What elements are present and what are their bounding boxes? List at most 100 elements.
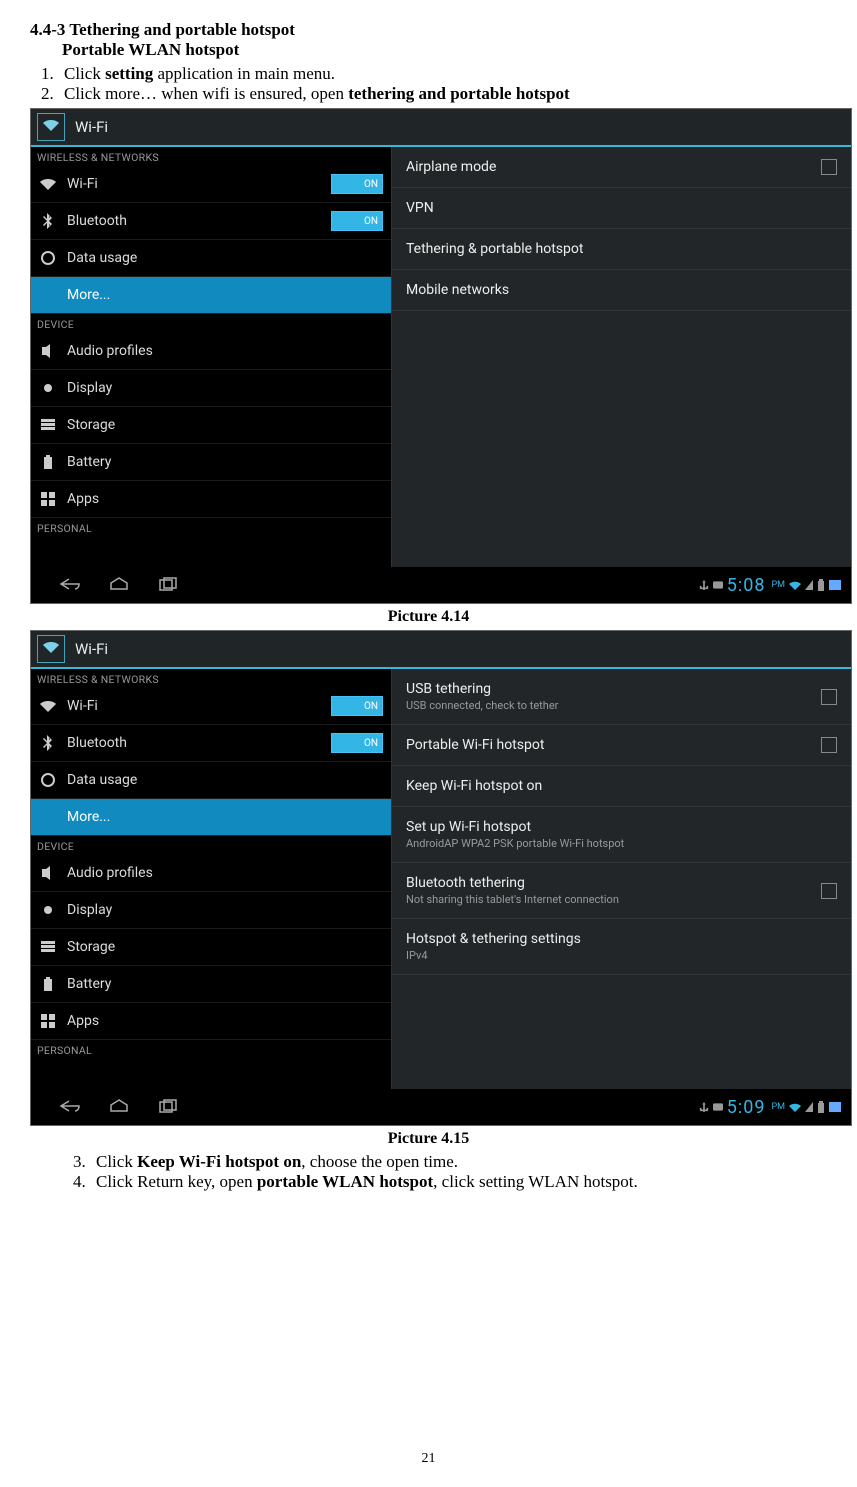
content-item-portable-wifi[interactable]: Portable Wi-Fi hotspot <box>392 725 851 766</box>
sidebar-item-display[interactable]: Display <box>31 370 391 407</box>
sidebar-item-label: Bluetooth <box>67 735 331 751</box>
steps-list-2: Click Keep Wi-Fi hotspot on, choose the … <box>62 1152 827 1192</box>
sidebar-item-bluetooth[interactable]: Bluetooth ON <box>31 725 391 762</box>
content-item-airplane[interactable]: Airplane mode <box>392 147 851 188</box>
back-icon[interactable] <box>59 1099 81 1115</box>
page-number: 21 <box>0 1451 857 1467</box>
apps-icon <box>39 490 57 508</box>
bluetooth-icon <box>39 212 57 230</box>
audio-icon <box>39 342 57 360</box>
home-icon[interactable] <box>109 577 131 593</box>
sidebar-item-data-usage[interactable]: Data usage <box>31 762 391 799</box>
sidebar-item-label: Storage <box>67 939 383 955</box>
content-item-keep-wifi[interactable]: Keep Wi-Fi hotspot on <box>392 766 851 807</box>
clock-ampm: PM <box>771 580 785 590</box>
wifi-icon <box>43 119 59 135</box>
step-bold: portable WLAN hotspot <box>257 1172 433 1191</box>
home-icon[interactable] <box>109 1099 131 1115</box>
app-icon <box>37 635 65 663</box>
battery-icon <box>817 1101 825 1113</box>
content-item-bluetooth-tethering[interactable]: Bluetooth tetheringNot sharing this tabl… <box>392 863 851 919</box>
toggle-on[interactable]: ON <box>331 696 383 716</box>
sidebar-item-label: Battery <box>67 454 383 470</box>
content-title: Set up Wi-Fi hotspot <box>406 819 837 835</box>
sidebar-item-label: More... <box>67 809 383 825</box>
step-text: Click <box>96 1152 137 1171</box>
content-item-vpn[interactable]: VPN <box>392 188 851 229</box>
step-text: , choose the open time. <box>301 1152 458 1171</box>
screenshot-header: Wi-Fi <box>31 109 851 147</box>
sidebar-item-battery[interactable]: Battery <box>31 966 391 1003</box>
figure-caption-1: Picture 4.14 <box>30 608 827 626</box>
checkbox[interactable] <box>821 883 837 899</box>
sidebar-item-label: Wi-Fi <box>67 176 331 192</box>
sidebar-item-label: Audio profiles <box>67 343 383 359</box>
step-text: Click more… when wifi is ensured, open <box>64 84 348 103</box>
screenshot-1: Wi-Fi WIRELESS & NETWORKS Wi-Fi ON Bluet… <box>30 108 852 604</box>
display-icon <box>39 379 57 397</box>
blank-icon <box>39 808 57 826</box>
wifi-icon <box>39 175 57 193</box>
sidebar-item-label: Display <box>67 380 383 396</box>
step-3: Click Keep Wi-Fi hotspot on, choose the … <box>90 1152 827 1172</box>
toggle-on[interactable]: ON <box>331 733 383 753</box>
battery-icon <box>39 975 57 993</box>
toggle-on[interactable]: ON <box>331 174 383 194</box>
step-4: Click Return key, open portable WLAN hot… <box>90 1172 827 1192</box>
status-area[interactable]: 5:09PM <box>699 1097 851 1118</box>
sidebar-item-label: Apps <box>67 491 383 507</box>
section-heading: 4.4-3 Tethering and portable hotspot <box>30 20 827 40</box>
section-label: PERSONAL <box>31 518 391 537</box>
sidebar-item-more[interactable]: More... <box>31 799 391 836</box>
section-label: WIRELESS & NETWORKS <box>31 669 391 688</box>
content-title: Portable Wi-Fi hotspot <box>406 737 821 753</box>
content-item-tethering[interactable]: Tethering & portable hotspot <box>392 229 851 270</box>
wifi-icon <box>789 580 801 590</box>
sidebar-item-label: Battery <box>67 976 383 992</box>
wifi-icon <box>789 1102 801 1112</box>
status-area[interactable]: 5:08PM <box>699 575 851 596</box>
signal-icon <box>805 580 813 590</box>
clock-time: 5:09 <box>727 1097 766 1118</box>
checkbox[interactable] <box>821 159 837 175</box>
sidebar-item-wifi[interactable]: Wi-Fi ON <box>31 688 391 725</box>
sidebar-item-battery[interactable]: Battery <box>31 444 391 481</box>
sidebar-item-label: Storage <box>67 417 383 433</box>
bluetooth-icon <box>39 734 57 752</box>
sidebar-item-audio[interactable]: Audio profiles <box>31 855 391 892</box>
sidebar-item-bluetooth[interactable]: Bluetooth ON <box>31 203 391 240</box>
step-text: Click Return key, open <box>96 1172 257 1191</box>
toggle-on[interactable]: ON <box>331 211 383 231</box>
sidebar-item-apps[interactable]: Apps <box>31 481 391 518</box>
recent-icon[interactable] <box>159 1099 181 1115</box>
header-title: Wi-Fi <box>75 640 108 658</box>
content-item-setup-wifi[interactable]: Set up Wi-Fi hotspotAndroidAP WPA2 PSK p… <box>392 807 851 863</box>
step-text: Click <box>64 64 105 83</box>
back-icon[interactable] <box>59 577 81 593</box>
sidebar-item-data-usage[interactable]: Data usage <box>31 240 391 277</box>
data-usage-icon <box>39 771 57 789</box>
content-subtitle: IPv4 <box>406 949 837 962</box>
sidebar-item-storage[interactable]: Storage <box>31 929 391 966</box>
screenshot-2: Wi-Fi WIRELESS & NETWORKS Wi-Fi ON Bluet… <box>30 630 852 1126</box>
sidebar-item-audio[interactable]: Audio profiles <box>31 333 391 370</box>
sidebar-item-storage[interactable]: Storage <box>31 407 391 444</box>
content-item-mobile-networks[interactable]: Mobile networks <box>392 270 851 311</box>
content-panel: USB tetheringUSB connected, check to tet… <box>391 669 851 1089</box>
sidebar-item-label: Wi-Fi <box>67 698 331 714</box>
sidebar-item-wifi[interactable]: Wi-Fi ON <box>31 166 391 203</box>
content-item-usb-tethering[interactable]: USB tetheringUSB connected, check to tet… <box>392 669 851 725</box>
system-navbar: 5:09PM <box>31 1089 851 1125</box>
checkbox[interactable] <box>821 737 837 753</box>
wifi-icon <box>43 641 59 657</box>
signal-icon <box>805 1102 813 1112</box>
settings-sidebar: WIRELESS & NETWORKS Wi-Fi ON Bluetooth O… <box>31 147 391 567</box>
sidebar-item-more[interactable]: More... <box>31 277 391 314</box>
steps-list-1: Click setting application in main menu. … <box>30 64 827 104</box>
battery-icon <box>39 453 57 471</box>
recent-icon[interactable] <box>159 577 181 593</box>
sidebar-item-apps[interactable]: Apps <box>31 1003 391 1040</box>
checkbox[interactable] <box>821 689 837 705</box>
content-item-hotspot-settings[interactable]: Hotspot & tethering settingsIPv4 <box>392 919 851 975</box>
sidebar-item-display[interactable]: Display <box>31 892 391 929</box>
